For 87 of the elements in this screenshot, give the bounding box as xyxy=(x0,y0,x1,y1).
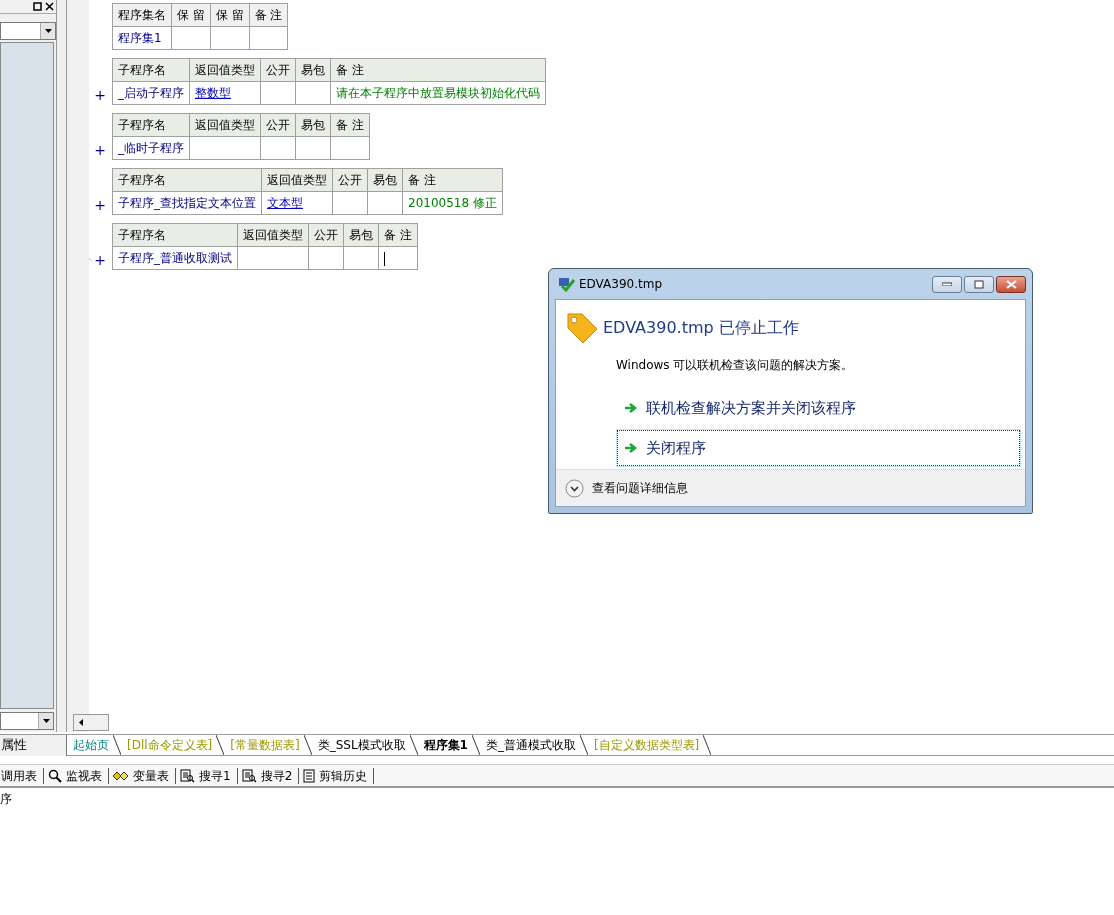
dropdown[interactable] xyxy=(0,712,54,730)
table-cell: _启动子程序 xyxy=(112,81,190,105)
table-cell: 程序集1 xyxy=(112,26,172,50)
column-header: 公开 xyxy=(260,113,296,137)
table-cell xyxy=(308,246,344,270)
column-header: 易包 xyxy=(343,223,379,247)
app-icon xyxy=(557,276,575,292)
column-header: 返回值类型 xyxy=(189,113,261,137)
maximize-icon xyxy=(974,279,984,289)
toolbar-button[interactable]: 剪辑历史 xyxy=(299,767,375,784)
column-header: 易包 xyxy=(295,58,331,82)
minimize-icon xyxy=(942,282,952,286)
column-header: 公开 xyxy=(308,223,344,247)
details-link[interactable]: 查看问题详细信息 xyxy=(592,479,688,497)
toolbar-button[interactable]: 调用表 xyxy=(0,767,44,784)
table-cell: 20100518 修正 xyxy=(402,191,503,215)
expand-toggle[interactable]: + xyxy=(94,143,106,157)
table-cell: 整数型 xyxy=(189,81,261,105)
dialog-heading: EDVA390.tmp 已停止工作 xyxy=(603,317,799,339)
table-cell xyxy=(295,136,331,160)
arrow-right-icon xyxy=(624,442,638,454)
dropdown[interactable] xyxy=(0,22,56,40)
document-icon xyxy=(303,768,316,783)
column-header: 返回值类型 xyxy=(189,58,261,82)
table-cell xyxy=(332,191,368,215)
column-header: 备 注 xyxy=(249,3,288,27)
expand-icon[interactable] xyxy=(565,478,584,498)
table-cell xyxy=(330,136,370,160)
caret-icon xyxy=(44,29,52,33)
expand-toggle[interactable]: + xyxy=(94,253,106,267)
table-cell: 文本型 xyxy=(261,191,333,215)
expand-toggle[interactable]: + xyxy=(94,198,106,212)
panel-tab[interactable]: 属性 xyxy=(0,734,67,756)
column-header: 子程序名 xyxy=(112,223,238,247)
table-cell xyxy=(260,136,296,160)
caret-icon xyxy=(42,719,50,723)
column-header: 返回值类型 xyxy=(261,168,333,192)
table-cell: _临时子程序 xyxy=(112,136,190,160)
column-header: 保 留 xyxy=(171,3,211,27)
find-icon xyxy=(241,768,257,783)
table-cell: 子程序_普通收取测试 xyxy=(112,246,238,270)
expand-toggle[interactable]: + xyxy=(94,88,106,102)
arrow-right-icon xyxy=(624,402,638,414)
search-icon xyxy=(48,768,62,783)
minimize-button[interactable] xyxy=(932,275,962,293)
column-header: 子程序名 xyxy=(112,113,190,137)
table-cell xyxy=(189,136,261,160)
dialog-message: Windows 可以联机检查该问题的解决方案。 xyxy=(616,357,855,374)
command-link[interactable]: 关闭程序 xyxy=(617,430,1020,466)
diamonds-icon xyxy=(113,769,129,782)
text-cursor xyxy=(384,251,385,266)
table-cell: 子程序_查找指定文本位置 xyxy=(112,191,262,215)
window-title: EDVA390.tmp xyxy=(579,276,662,293)
column-header: 公开 xyxy=(332,168,368,192)
column-header: 备 注 xyxy=(402,168,503,192)
scroll-left-button[interactable] xyxy=(73,714,109,731)
tag-icon xyxy=(564,310,600,346)
column-header: 保 留 xyxy=(210,3,250,27)
column-header: 备 注 xyxy=(378,223,418,247)
column-header: 子程序名 xyxy=(112,58,190,82)
toolbar-button[interactable]: 搜寻1 xyxy=(176,767,238,784)
restore-icon[interactable] xyxy=(33,2,42,11)
toolbar-button[interactable]: 监视表 xyxy=(44,767,109,784)
find-icon xyxy=(180,768,195,783)
table-cell xyxy=(171,26,211,50)
column-header: 备 注 xyxy=(330,113,370,137)
output-text: 序 xyxy=(0,791,13,808)
column-header: 返回值类型 xyxy=(237,223,309,247)
table-cell xyxy=(237,246,309,270)
table-cell: 请在本子程序中放置易模块初始化代码 xyxy=(330,81,546,105)
close-icon xyxy=(1005,279,1017,289)
table-cell xyxy=(210,26,250,50)
table-cell xyxy=(367,191,403,215)
maximize-button[interactable] xyxy=(964,275,994,293)
close-icon[interactable] xyxy=(45,2,54,11)
column-header: 程序集名 xyxy=(112,3,172,27)
column-header: 易包 xyxy=(295,113,331,137)
toolbar-button[interactable]: 变量表 xyxy=(109,767,176,784)
column-header: 备 注 xyxy=(330,58,546,82)
table-cell xyxy=(249,26,288,50)
table-cell xyxy=(295,81,331,105)
close-button[interactable] xyxy=(996,275,1026,293)
table-cell xyxy=(260,81,296,105)
toolbar-button[interactable]: 搜寻2 xyxy=(237,767,300,784)
column-header: 易包 xyxy=(367,168,403,192)
column-header: 公开 xyxy=(260,58,296,82)
column-header: 子程序名 xyxy=(112,168,262,192)
